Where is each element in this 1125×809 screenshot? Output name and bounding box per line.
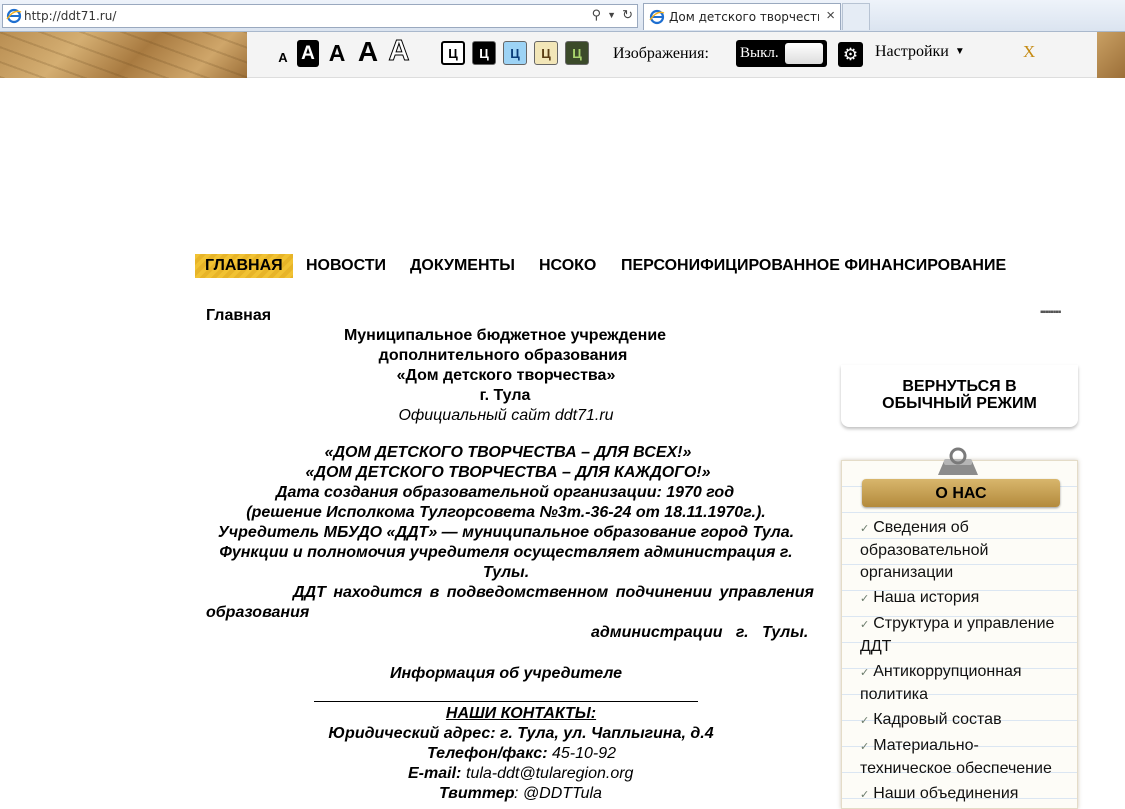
founder-text: Учредитель МБУДО «ДДТ» — муниципальное о… (217, 524, 795, 541)
org-line: Муниципальное бюджетное учреждение (343, 327, 667, 344)
menu-item-structure[interactable]: ✓ Структура и управление ДДТ (860, 613, 1065, 658)
images-label: Изображения: (613, 45, 709, 62)
refresh-icon[interactable]: ↻ (622, 7, 633, 23)
address-text: Юридический адрес: г. Тула, ул. Чаплыгин… (328, 725, 714, 742)
close-toolbar-button[interactable]: X (1023, 42, 1035, 62)
phone-label: Телефон/факс: (427, 745, 548, 762)
check-icon: ✓ (860, 523, 870, 535)
subordinate-text: ДДТ находится в подведомственном подчине… (293, 584, 814, 601)
nav-item-nsoko[interactable]: НСОКО (539, 254, 596, 278)
menu-item-label: Наша история (873, 589, 980, 606)
return-line: ВЕРНУТЬСЯ В (902, 378, 1017, 395)
font-size-xl-button[interactable]: A (385, 34, 413, 67)
functions-text: Тулы. (482, 564, 530, 581)
menu-item-label: Материально-техническое обеспечение (860, 737, 1052, 777)
ie-icon (6, 8, 22, 24)
twitter-label: Твиттер (439, 785, 515, 802)
accessibility-toolbar: A A A A A Ц Ц Ц Ц Ц Изображения: Выкл. ⚙… (247, 32, 1097, 78)
color-scheme-black-button[interactable]: Ц (472, 41, 496, 65)
menu-item-history[interactable]: ✓ Наша история (860, 587, 1065, 610)
wood-banner-left (0, 32, 247, 78)
dropdown-icon[interactable]: ▼ (607, 7, 616, 23)
nav-item-home[interactable]: ГЛАВНАЯ (195, 254, 293, 278)
menu-item-equipment[interactable]: ✓ Материально-техническое обеспечение (860, 735, 1065, 780)
menu-item-label: Сведения об образовательной организации (860, 519, 989, 581)
clip-icon (938, 447, 978, 475)
twitter-link[interactable]: : @DDTTula (514, 785, 602, 803)
slogan-text: «ДОМ ДЕТСКОГО ТВОРЧЕСТВА – ДЛЯ ВСЕХ!» (324, 444, 692, 461)
color-scheme-green-button[interactable]: Ц (565, 41, 589, 65)
subordinate-text: образования (206, 604, 310, 621)
founded-text: Дата создания образовательной организаци… (275, 484, 735, 501)
font-size-s-button[interactable]: A (297, 40, 319, 67)
menu-item-label: Структура и управление ДДТ (860, 615, 1055, 655)
email-link[interactable]: tula-ddt@tularegion.org (466, 765, 633, 783)
settings-label: Настройки (875, 43, 949, 60)
email-label: E-mail: (408, 765, 462, 782)
ie-icon (649, 9, 665, 25)
color-scheme-white-button[interactable]: Ц (441, 41, 465, 65)
new-tab-button[interactable] (842, 3, 870, 30)
check-icon: ✓ (860, 593, 870, 605)
url-text[interactable]: http://ddt71.ru/ (24, 9, 116, 23)
tab-title: Дом детского творчества ... (669, 10, 819, 24)
org-line: г. Тула (479, 387, 531, 404)
images-toggle-text: Выкл. (740, 45, 779, 61)
nav-item-news[interactable]: НОВОСТИ (306, 254, 386, 278)
color-scheme-blue-button[interactable]: Ц (503, 41, 527, 65)
tab-close-icon[interactable]: × (826, 7, 835, 24)
check-icon: ✓ (860, 715, 870, 727)
breadcrumb: Главная (206, 307, 272, 324)
founder-info-link[interactable]: Информация об учредителе (390, 665, 622, 683)
nav-item-documents[interactable]: ДОКУМЕНТЫ (410, 254, 515, 278)
slogan-text: «ДОМ ДЕТСКОГО ТВОРЧЕСТВА – ДЛЯ КАЖДОГО!» (305, 464, 711, 481)
social-icons[interactable]: ▪▪▪▪▪▪▪▪ (1040, 307, 1061, 318)
font-size-m-button[interactable]: A (326, 40, 348, 67)
browser-tab[interactable]: Дом детского творчества ... × (643, 3, 841, 30)
check-icon: ✓ (860, 619, 870, 631)
wood-banner-right (1097, 32, 1125, 78)
search-icon[interactable]: ⚲ (592, 7, 602, 23)
menu-item-label: Антикоррупционная политика (860, 663, 1022, 703)
divider (314, 701, 698, 702)
images-toggle[interactable]: Выкл. (736, 40, 827, 67)
contacts-title: НАШИ КОНТАКТЫ: (445, 705, 597, 722)
toggle-knob[interactable] (785, 43, 823, 64)
official-site-text: Официальный сайт ddt71.ru (398, 407, 614, 424)
menu-item-associations[interactable]: ✓ Наши объединения (860, 783, 1065, 806)
menu-item-anticorruption[interactable]: ✓ Антикоррупционная политика (860, 661, 1065, 706)
subordinate-text: администрации г. Тулы. (591, 624, 809, 641)
phone-value: 45-10-92 (552, 745, 617, 762)
menu-item-org-info[interactable]: ✓ Сведения об образовательной организации (860, 517, 1065, 584)
return-normal-mode-label: ВЕРНУТЬСЯ В ОБЫЧНЫЙ РЕЖИМ (841, 378, 1078, 412)
font-size-xs-button[interactable]: A (277, 49, 289, 65)
gear-icon[interactable]: ⚙ (838, 42, 863, 67)
org-line: дополнительного образования (378, 347, 628, 364)
font-size-l-button[interactable]: A (354, 36, 382, 67)
nav-item-financing[interactable]: ПЕРСОНИФИЦИРОВАННОЕ ФИНАНСИРОВАНИЕ (621, 254, 1006, 278)
org-line: «Дом детского творчества» (396, 367, 616, 384)
about-title: О НАС (935, 485, 987, 502)
decision-text: (решение Исполкома Тулгорсовета №3т.-36-… (246, 504, 766, 521)
settings-dropdown[interactable]: Настройки ▼ (875, 43, 965, 61)
return-line: ОБЫЧНЫЙ РЕЖИМ (882, 395, 1037, 412)
check-icon: ✓ (860, 741, 870, 753)
check-icon: ✓ (860, 667, 870, 679)
check-icon: ✓ (860, 789, 870, 801)
functions-text: Функции и полномочия учредителя осуществ… (219, 544, 793, 561)
menu-item-label: Кадровый состав (873, 711, 1002, 728)
address-bar[interactable]: http://ddt71.ru/ ⚲ ▼ ↻ (2, 4, 638, 28)
browser-chrome: http://ddt71.ru/ ⚲ ▼ ↻ Дом детского твор… (0, 0, 1125, 32)
chevron-down-icon: ▼ (954, 46, 965, 57)
menu-item-staff[interactable]: ✓ Кадровый состав (860, 709, 1065, 732)
color-scheme-beige-button[interactable]: Ц (534, 41, 558, 65)
menu-item-label: Наши объединения (873, 785, 1019, 802)
